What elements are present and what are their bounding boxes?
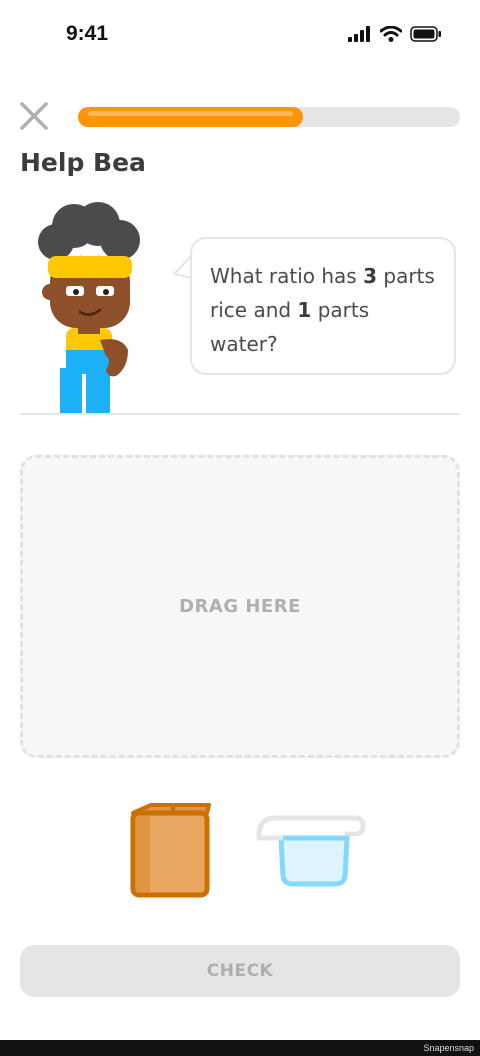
check-button[interactable]: CHECK xyxy=(20,945,460,997)
bea-character-illustration xyxy=(38,202,140,414)
battery-icon xyxy=(410,26,441,42)
progress-bar xyxy=(78,107,460,127)
speech-bubble: What ratio has 3 parts rice and 1 parts … xyxy=(190,237,456,375)
wifi-icon xyxy=(380,26,402,42)
drop-zone-label: DRAG HERE xyxy=(179,596,301,617)
drop-zone[interactable]: DRAG HERE xyxy=(20,455,460,758)
footer-bar xyxy=(0,1040,480,1056)
status-time: 9:41 xyxy=(66,22,109,45)
prompt-text-start: What ratio has xyxy=(210,264,364,288)
prompt-rice-number: 3 xyxy=(363,264,378,288)
status-bar: 9:41 xyxy=(0,0,480,70)
progress-shine xyxy=(88,111,294,116)
progress-fill xyxy=(78,107,304,127)
lesson-title: Help Bea xyxy=(20,148,146,177)
close-icon[interactable] xyxy=(18,100,50,132)
signal-icon xyxy=(348,26,370,42)
divider xyxy=(20,413,460,415)
rice-box-icon[interactable] xyxy=(127,801,215,899)
watermark: Snapensnap xyxy=(423,1043,474,1053)
water-cup-icon[interactable] xyxy=(255,812,367,888)
prompt-water-number: 1 xyxy=(297,298,312,322)
status-icons xyxy=(348,26,442,42)
